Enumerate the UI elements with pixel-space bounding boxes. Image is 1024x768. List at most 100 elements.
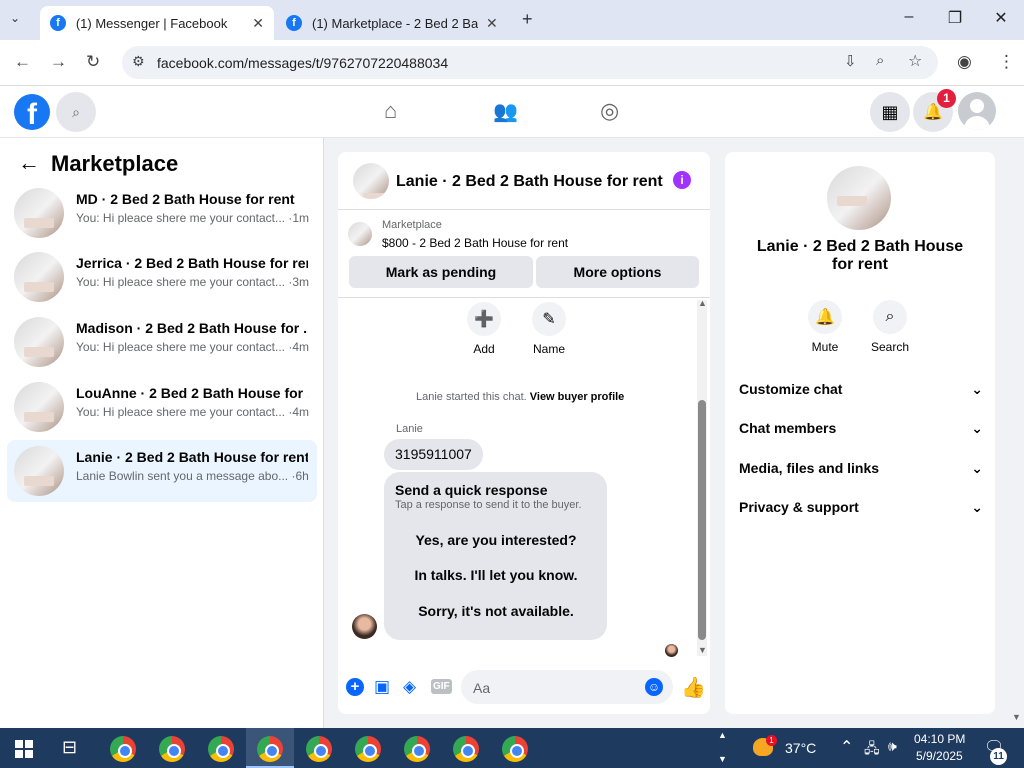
chrome-app-icon[interactable] (502, 736, 528, 762)
chrome-app-icon[interactable] (306, 736, 332, 762)
restore-button[interactable]: ❐ (940, 8, 970, 28)
search-icon: ⌕ (873, 300, 907, 334)
zoom-icon[interactable]: ⌕ (876, 52, 884, 69)
friends-icon[interactable]: 👥 (493, 99, 518, 124)
listing-thumbnail (14, 252, 64, 302)
scrollbar-thumb[interactable] (698, 400, 706, 640)
emoji-icon[interactable]: ☺ (645, 678, 663, 696)
page-scroll-down-icon[interactable]: ▼ (1012, 712, 1021, 722)
chrome-app-icon[interactable] (404, 736, 430, 762)
bookmark-star-icon[interactable]: ☆ (908, 51, 922, 71)
sender-name: Lanie (396, 423, 423, 435)
weather-badge: 1 (766, 735, 777, 746)
customize-chat-section[interactable]: Customize chat ⌄ (739, 381, 983, 398)
taskbar-scroll-up-icon[interactable]: ▲ (718, 730, 727, 740)
conversation-item-lanie[interactable]: Lanie · 2 Bed 2 Bath House for rent Lani… (7, 440, 317, 502)
quick-reply-button[interactable]: Yes, are you interested? (399, 526, 593, 553)
back-arrow-icon[interactable]: ← (18, 150, 40, 176)
reload-icon[interactable]: ↻ (86, 52, 100, 72)
windows-start-icon[interactable] (15, 740, 33, 758)
gif-icon[interactable]: GIF (431, 679, 452, 694)
conversation-name: Lanie · 2 Bed 2 Bath House for rent (76, 449, 308, 465)
contact-name: Lanie · 2 Bed 2 Bath House for rent (756, 238, 964, 273)
conversation-item-madison[interactable]: Madison · 2 Bed 2 Bath House for ... You… (7, 311, 317, 373)
facebook-logo[interactable]: f (14, 94, 50, 131)
more-options-button[interactable]: More options (536, 256, 699, 288)
media-files-links-section[interactable]: Media, files and links ⌄ (739, 460, 983, 477)
sender-avatar (352, 614, 377, 639)
clock-date[interactable]: 5/9/2025 (916, 749, 963, 763)
listing-thumbnail (14, 446, 64, 496)
info-icon[interactable]: i (673, 171, 691, 189)
install-app-icon[interactable]: ⇩ (844, 52, 857, 70)
chat-members-section[interactable]: Chat members ⌄ (739, 420, 983, 437)
mark-as-pending-button[interactable]: Mark as pending (349, 256, 533, 288)
name-chat-button[interactable]: ✎ Name (519, 302, 579, 356)
clock-time[interactable]: 04:10 PM (914, 732, 965, 746)
listing-thumbnail[interactable] (348, 222, 372, 246)
chrome-app-icon[interactable] (355, 736, 381, 762)
conversation-item-jerrica[interactable]: Jerrica · 2 Bed 2 Bath House for rent Yo… (7, 246, 317, 308)
message-bubble[interactable]: 3195911007 (384, 439, 483, 470)
account-avatar[interactable] (958, 92, 996, 130)
search-button[interactable]: ⌕ (56, 92, 96, 132)
tab-marketplace[interactable]: f (1) Marketplace - 2 Bed 2 Bath House ✕ (276, 6, 510, 40)
new-tab-button[interactable]: + (522, 9, 533, 30)
conversation-item-louanne[interactable]: LouAnne · 2 Bed 2 Bath House for ... You… (7, 376, 317, 438)
windows-taskbar: ⊟ ▲ ▼ 1 37°C ⌃ 🖧 🕪 04:10 PM 5/9/2025 🗨 1… (0, 728, 1024, 768)
address-bar[interactable]: ⚙ facebook.com/messages/t/97627072204880… (122, 46, 938, 79)
site-info-icon[interactable]: ⚙ (132, 53, 145, 70)
chrome-app-icon[interactable] (257, 736, 283, 762)
listing-label: Marketplace (382, 219, 442, 231)
chat-title[interactable]: Lanie · 2 Bed 2 Bath House for rent (396, 173, 663, 191)
grid-menu-icon: ▦ (881, 101, 899, 122)
chrome-app-icon[interactable] (453, 736, 479, 762)
conversation-item-md[interactable]: MD · 2 Bed 2 Bath House for rent You: Hi… (7, 182, 317, 244)
close-window-button[interactable]: ✕ (986, 8, 1016, 28)
back-arrow-icon[interactable]: ← (14, 52, 31, 72)
tab-search-button[interactable]: ⌄ (10, 11, 20, 25)
plus-icon[interactable]: + (346, 678, 364, 696)
groups-icon[interactable]: ◎ (600, 98, 619, 124)
forward-arrow-icon[interactable]: → (50, 52, 67, 72)
photo-icon[interactable]: ▣ (374, 677, 390, 697)
chat-started-notice: Lanie started this chat. View buyer prof… (416, 391, 625, 403)
chrome-app-icon[interactable] (208, 736, 234, 762)
conversation-preview: You: Hi pleace shere me your contact... … (76, 405, 310, 419)
chevron-down-icon: ⌄ (971, 381, 983, 397)
chat-avatar[interactable] (353, 163, 389, 199)
temperature[interactable]: 37°C (785, 740, 816, 756)
hidden-icons-chevron-icon[interactable]: ⌃ (840, 737, 853, 757)
menu-button[interactable]: ▦ (870, 92, 910, 132)
task-view-icon[interactable]: ⊟ (62, 737, 77, 758)
chrome-app-icon[interactable] (159, 736, 185, 762)
sticker-icon[interactable]: ◈ (403, 677, 416, 697)
menu-kebab-icon[interactable]: ⋮ (998, 52, 1015, 72)
tab-messenger[interactable]: f (1) Messenger | Facebook ✕ (40, 6, 274, 40)
message-input[interactable]: Aa ☺ (461, 670, 673, 704)
chrome-app-icon[interactable] (110, 736, 136, 762)
add-person-icon: ➕ (467, 302, 501, 336)
taskbar-scroll-down-icon[interactable]: ▼ (718, 754, 727, 764)
add-people-button[interactable]: ➕ Add (454, 302, 514, 356)
home-icon[interactable]: ⌂ (384, 98, 397, 124)
search-in-chat-button[interactable]: ⌕ Search (860, 300, 920, 354)
view-buyer-profile-link[interactable]: View buyer profile (530, 391, 625, 403)
browser-toolbar: ← → ↻ ⚙ facebook.com/messages/t/97627072… (0, 40, 1024, 86)
quick-reply-button[interactable]: Sorry, it's not available. (399, 597, 593, 624)
scrollbar-track[interactable]: ▲ ▼ (697, 298, 707, 656)
network-icon[interactable]: 🖧 (864, 738, 880, 762)
profile-icon[interactable]: ◉ (957, 52, 972, 72)
contact-avatar[interactable] (827, 166, 891, 230)
volume-icon[interactable]: 🕪 (888, 738, 897, 755)
mute-button[interactable]: 🔔 Mute (795, 300, 855, 354)
tab-close-icon[interactable]: ✕ (252, 15, 264, 32)
tab-close-icon[interactable]: ✕ (486, 15, 498, 32)
privacy-support-section[interactable]: Privacy & support ⌄ (739, 499, 983, 516)
listing-price[interactable]: $800 - 2 Bed 2 Bath House for rent (382, 236, 568, 250)
minimize-button[interactable]: – (894, 8, 924, 26)
thumbs-up-icon[interactable]: 👍 (681, 675, 706, 700)
quick-reply-button[interactable]: In talks. I'll let you know. (399, 561, 593, 588)
chat-panel: Lanie · 2 Bed 2 Bath House for rent i Ma… (338, 152, 710, 714)
tab-title: (1) Messenger | Facebook (75, 15, 228, 31)
